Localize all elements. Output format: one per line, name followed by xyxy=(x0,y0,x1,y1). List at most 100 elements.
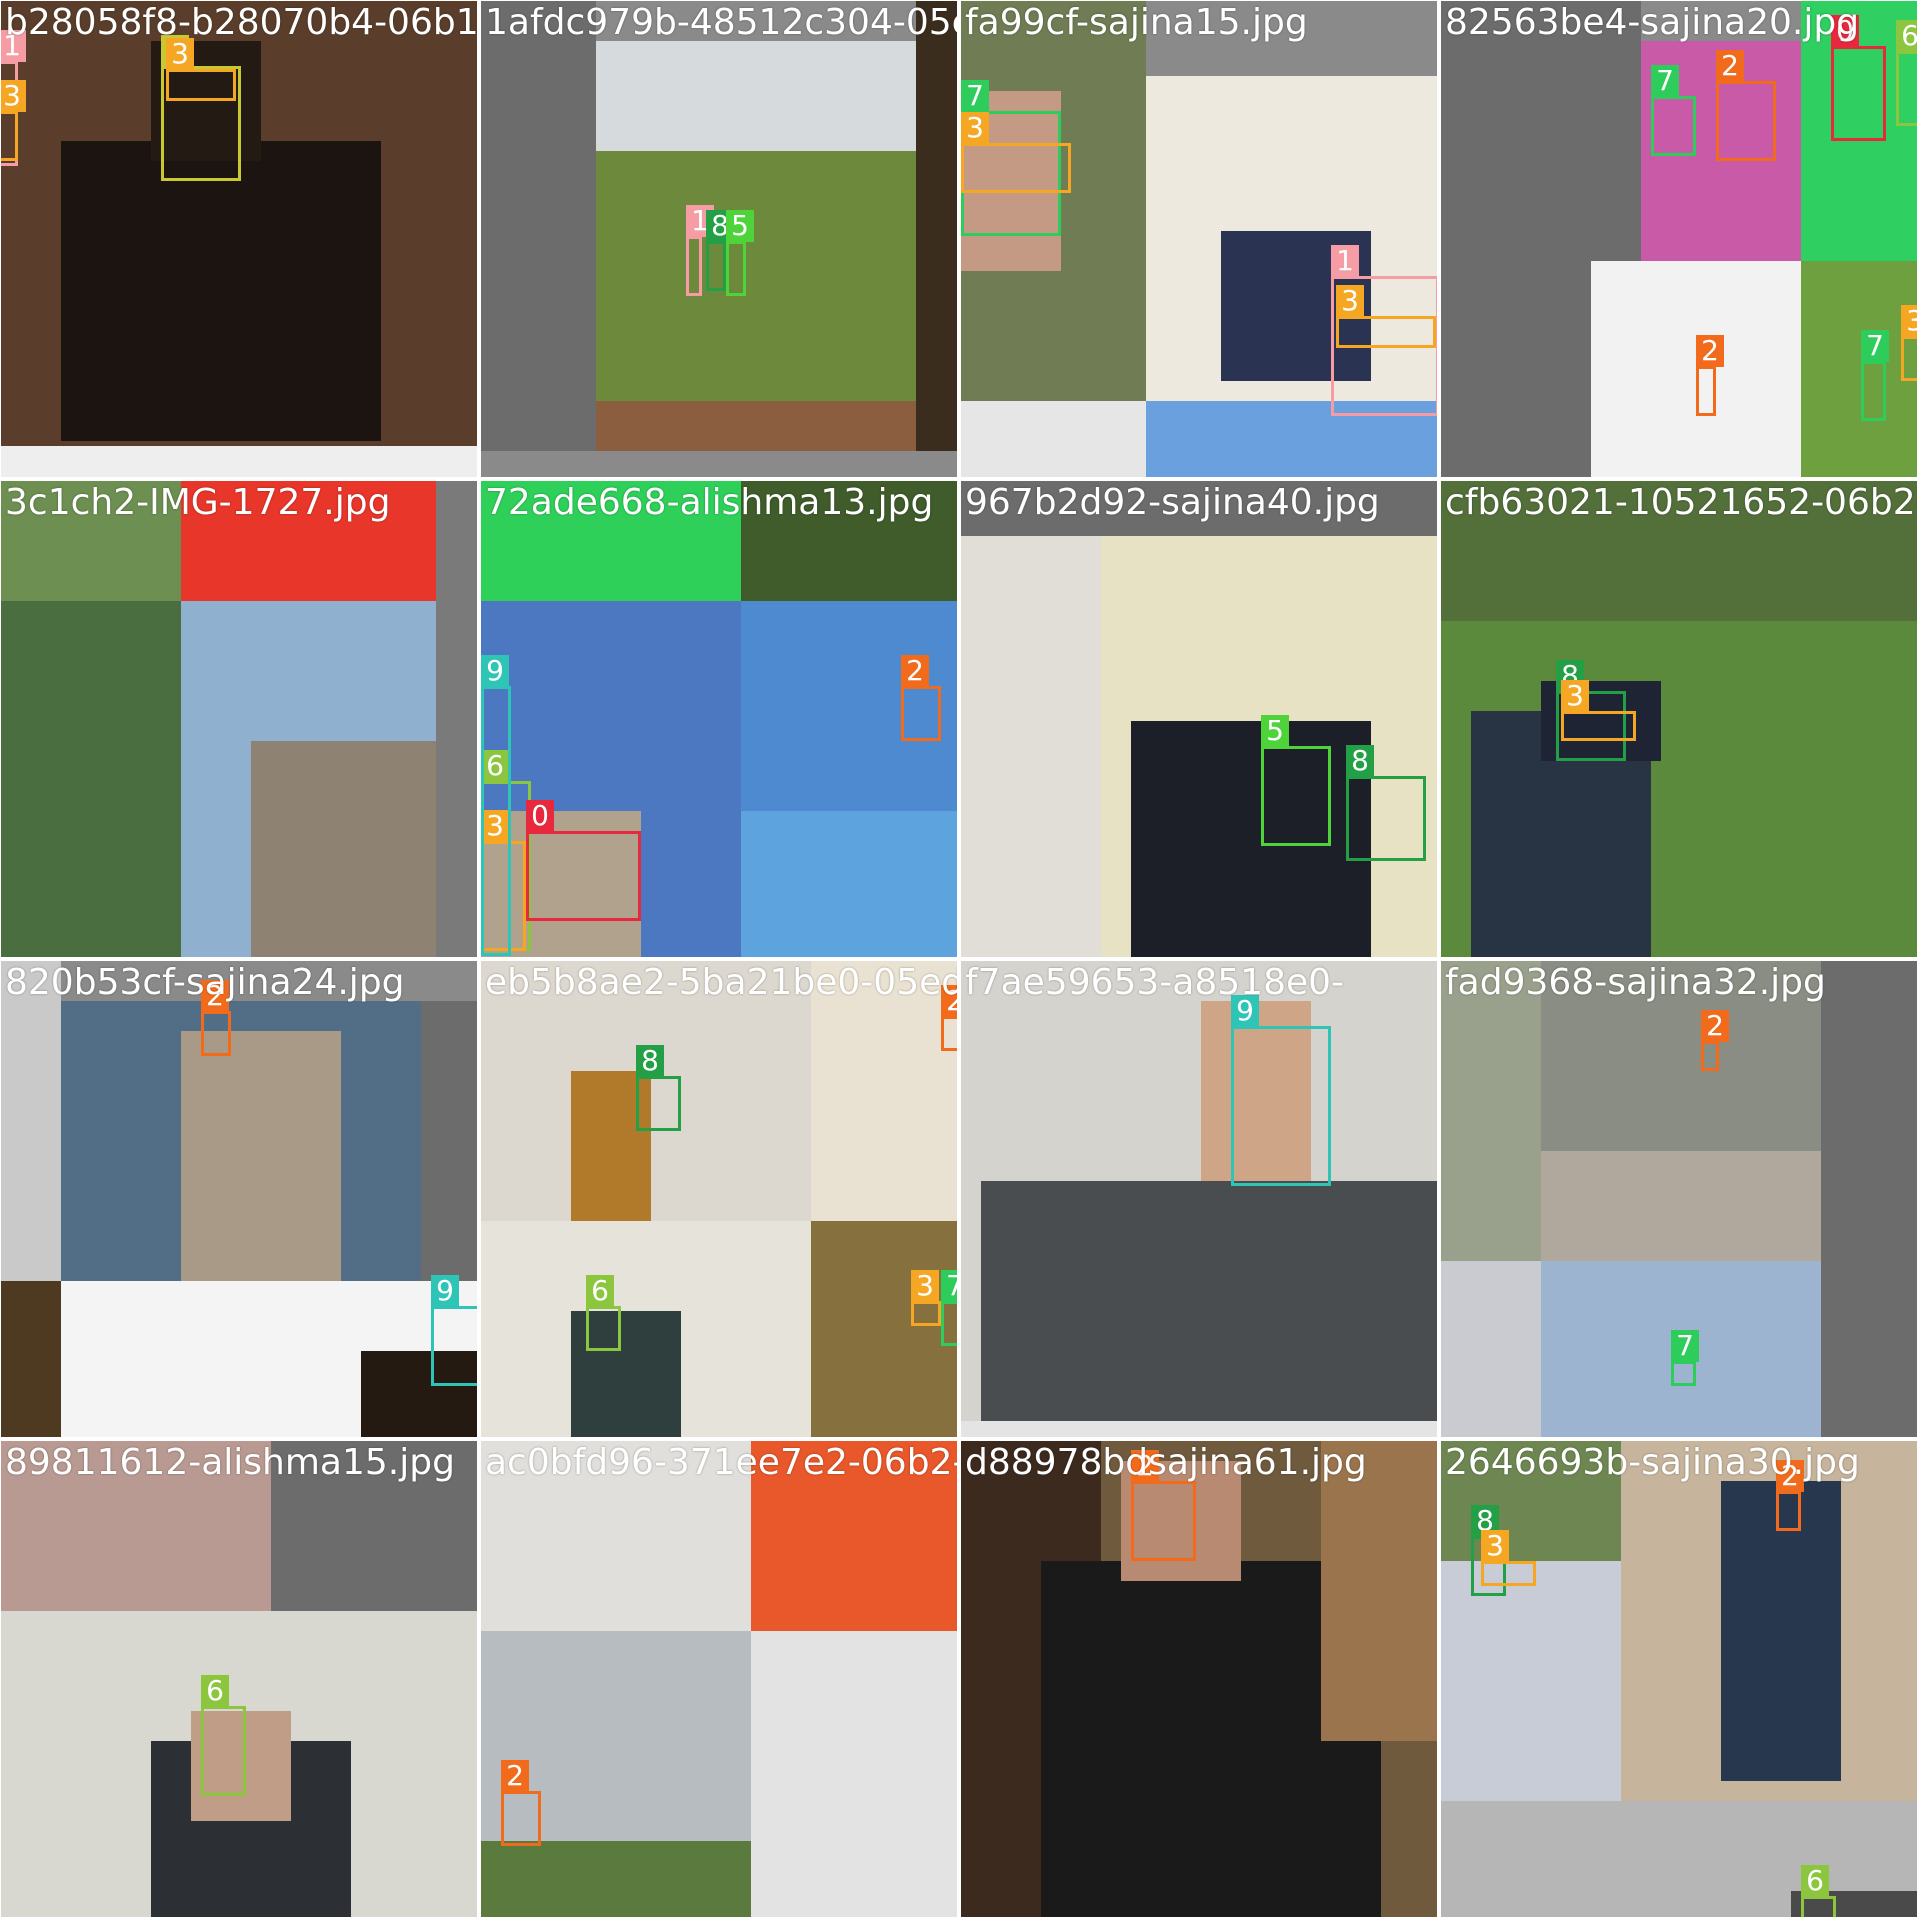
detection-box: 0 xyxy=(526,800,641,921)
mosaic-tile: 72ade668-alishma13.jpg 6 3 0 2 9 xyxy=(480,480,958,958)
mosaic-tile: 89811612-alishma15.jpg 6 xyxy=(0,1440,478,1918)
detection-box: 5 xyxy=(726,210,754,296)
detection-box: 8 xyxy=(636,1045,681,1131)
detection-class-label: 3 xyxy=(1561,680,1589,712)
detection-box: 9 xyxy=(431,1275,477,1386)
tile-filename: 89811612-alishma15.jpg xyxy=(5,1442,455,1483)
image-patch xyxy=(1821,1261,1917,1437)
mosaic-tile: cfb63021-10521652-06b2-1 8 3 xyxy=(1440,480,1918,958)
image-patch xyxy=(481,1,596,451)
detection-class-label: 3 xyxy=(1336,285,1364,317)
detection-box: 2 xyxy=(201,980,231,1056)
detection-class-label: 7 xyxy=(961,80,989,112)
detection-box: 2 xyxy=(941,985,957,1051)
image-patch xyxy=(251,741,436,957)
detection-class-label: 5 xyxy=(1261,715,1289,747)
mosaic-tile: 1afdc979b-48512c304-05ed-1 185 xyxy=(480,0,958,478)
tile-filename: f7ae59653-a8518e0- xyxy=(965,962,1345,1003)
detection-box: 2 xyxy=(501,1760,541,1846)
detection-box: 6 xyxy=(1896,20,1917,126)
detection-box: 7 xyxy=(1861,330,1889,421)
image-patch xyxy=(1441,1261,1541,1437)
tile-filename: 967b2d92-sajina40.jpg xyxy=(965,482,1380,523)
detection-class-label: 2 xyxy=(501,1760,529,1792)
detection-class-label: 3 xyxy=(961,112,989,144)
tile-filename: fa99cf-sajina15.jpg xyxy=(965,2,1308,43)
image-patch xyxy=(1821,961,1917,1261)
image-patch xyxy=(961,401,1146,477)
image-patch xyxy=(481,1841,751,1917)
mosaic-tile: ac0bfd96-371ee7e2-06b2-1 2 xyxy=(480,1440,958,1918)
detection-class-label: 2 xyxy=(1716,50,1744,82)
detection-box: 3 xyxy=(1561,680,1636,741)
image-patch xyxy=(1441,961,1541,1261)
image-patch xyxy=(1441,1561,1621,1801)
detection-class-label: 7 xyxy=(1651,65,1679,97)
detection-class-label: 2 xyxy=(901,655,929,687)
tile-filename: cfb63021-10521652-06b2-1 xyxy=(1445,482,1918,523)
detection-class-label: 3 xyxy=(1481,1530,1509,1562)
detection-box: 2 xyxy=(1701,1010,1729,1071)
mosaic-tile: fad9368-sajina32.jpg 2 7 xyxy=(1440,960,1918,1438)
detection-box: 6 xyxy=(586,1275,621,1351)
image-patch xyxy=(1,446,477,477)
tile-filename: 1afdc979b-48512c304-05ed-1 xyxy=(485,2,957,43)
mosaic-tile: 3c1ch2-IMG-1727.jpg882 xyxy=(0,480,478,958)
detection-box: 6 xyxy=(1801,1865,1836,1917)
detection-box: 8 xyxy=(1346,745,1426,861)
detection-class-label: 6 xyxy=(1801,1865,1829,1897)
detection-box: 1 xyxy=(686,205,714,296)
mosaic-grid: b28058f8-b28070b4-06b1-113431afdc979b-48… xyxy=(0,0,1920,1920)
detection-class-label: 9 xyxy=(481,655,509,687)
tile-filename: 2646693b-sajina30.jpg xyxy=(1445,1442,1860,1483)
detection-class-label: 3 xyxy=(911,1270,939,1302)
image-patch xyxy=(1541,1151,1821,1261)
detection-box: 3 xyxy=(1901,305,1917,381)
detection-box: 3 xyxy=(961,112,1071,193)
detection-box: 3 xyxy=(166,38,236,101)
detection-box: 2 xyxy=(1776,1460,1804,1531)
detection-box: 3 xyxy=(1336,285,1436,348)
image-patch xyxy=(596,401,916,451)
image-patch xyxy=(1131,721,1371,957)
detection-box: 7 xyxy=(1651,65,1696,156)
image-patch xyxy=(436,481,477,957)
detection-class-label: 6 xyxy=(1896,20,1917,52)
image-patch xyxy=(1,961,61,1281)
image-patch xyxy=(811,1221,957,1437)
detection-class-label: 6 xyxy=(586,1275,614,1307)
detection-box: 8 xyxy=(706,210,734,291)
detection-class-label: 9 xyxy=(431,1275,459,1307)
image-patch xyxy=(961,536,1101,957)
detection-class-label: 3 xyxy=(1,80,26,112)
image-patch xyxy=(421,1001,477,1291)
tile-filename: 72ade668-alishma13.jpg xyxy=(485,482,934,523)
tile-filename: fad9368-sajina32.jpg xyxy=(1445,962,1826,1003)
image-patch xyxy=(961,1421,1437,1437)
detection-box: 2 xyxy=(1696,335,1724,416)
detection-class-label: 3 xyxy=(1901,305,1917,337)
detection-box: 3 xyxy=(1481,1530,1536,1586)
detection-class-label: 6 xyxy=(201,1675,229,1707)
mosaic-tile: 820b53cf-sajina24.jpg 2 9 xyxy=(0,960,478,1438)
image-patch xyxy=(1,1281,61,1437)
detection-class-label: 1 xyxy=(1331,245,1359,277)
tile-filename: d88978bdsajina61.jpg xyxy=(965,1442,1367,1483)
detection-box: 3 xyxy=(911,1270,941,1326)
detection-class-label: 2 xyxy=(1701,1010,1729,1042)
detection-box: 9 xyxy=(481,655,511,956)
image-patch xyxy=(596,151,916,401)
detection-class-label: 7 xyxy=(941,1270,957,1302)
mosaic-tile: 82563be4-sajina20.jpg7206273 xyxy=(1440,0,1918,478)
detection-box: 6 xyxy=(201,1675,246,1796)
mosaic-tile: 967b2d92-sajina40.jpg 5 8 xyxy=(960,480,1438,958)
tile-filename: 82563be4-sajina20.jpg xyxy=(1445,2,1860,43)
image-patch xyxy=(981,1181,1437,1431)
detection-box: 9 xyxy=(1231,995,1331,1186)
detection-class-label: 7 xyxy=(1861,330,1889,362)
image-patch xyxy=(751,1631,957,1917)
detection-box: 5 xyxy=(1261,715,1331,846)
image-patch xyxy=(1321,1441,1437,1741)
mosaic-tile: f7ae59653-a8518e0- 9 xyxy=(960,960,1438,1438)
detection-box: 2 xyxy=(901,655,941,741)
